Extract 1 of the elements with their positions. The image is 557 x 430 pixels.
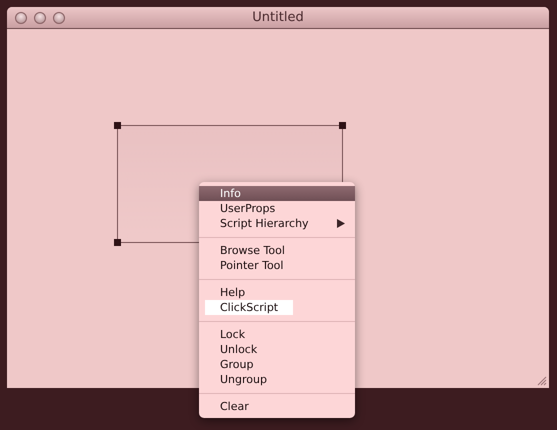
window-title: Untitled (252, 10, 304, 25)
